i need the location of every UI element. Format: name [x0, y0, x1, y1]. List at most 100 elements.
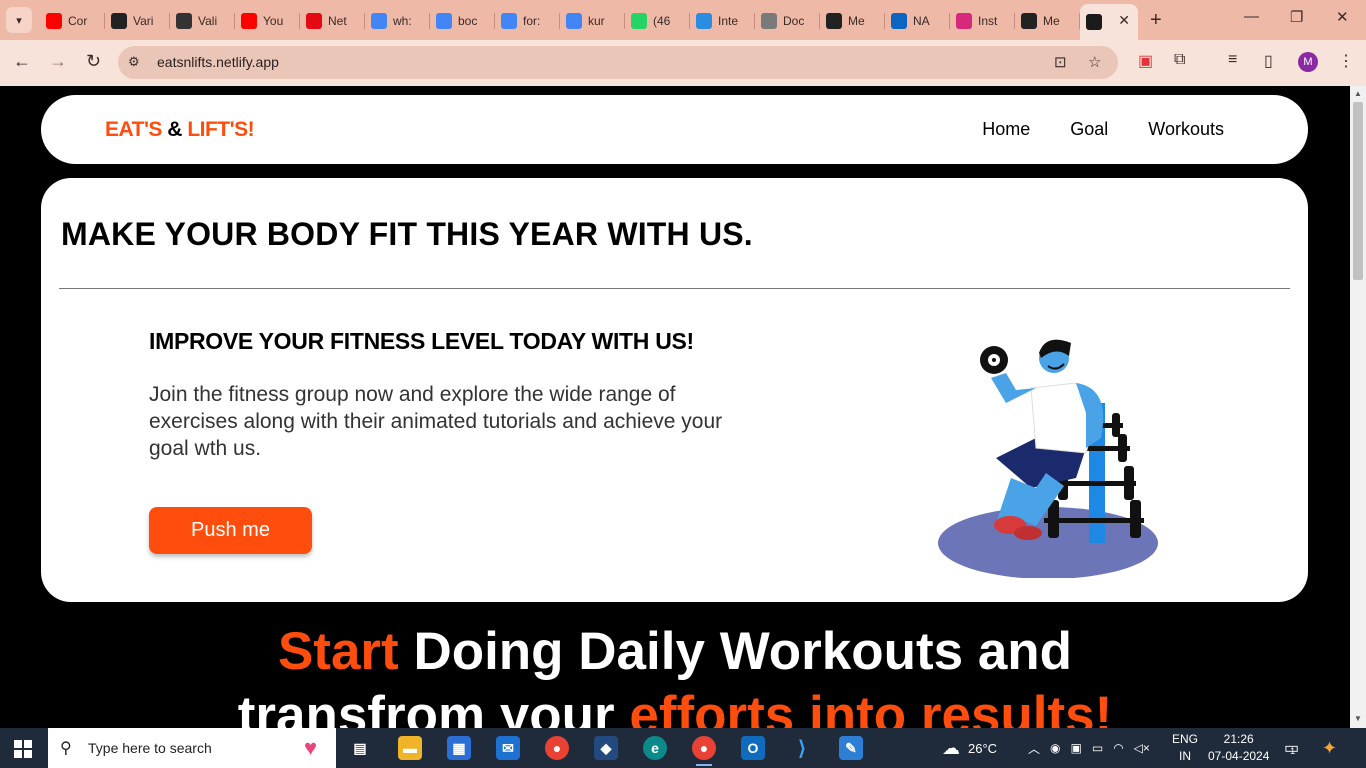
nav-links: Home Goal Workouts	[982, 119, 1224, 140]
whatsapp-icon	[631, 13, 647, 29]
browser-tab[interactable]: for:	[495, 8, 560, 34]
paint-app-icon[interactable]: ✎	[839, 736, 863, 760]
browser-toolbar: ← → ↻ ⚙ eatsnlifts.netlify.app ⊡ ☆ ▣ ⧉ ≡…	[0, 40, 1366, 86]
tab-title: boc	[458, 14, 478, 28]
task-view-icon[interactable]: ▤	[348, 736, 372, 760]
chrome-menu-icon[interactable]: ⋮	[1338, 51, 1354, 71]
push-me-button[interactable]: Push me	[149, 507, 312, 554]
address-bar[interactable]: ⚙ eatsnlifts.netlify.app ⊡ ☆	[118, 46, 1118, 79]
tab-title: Net	[328, 14, 347, 28]
file-explorer-icon[interactable]: ▬	[398, 736, 422, 760]
notification-center-icon[interactable]: ▭ 1	[1284, 728, 1299, 768]
chevron-up-icon[interactable]: ︿	[1028, 740, 1040, 757]
extensions-puzzle-icon[interactable]: ⧉	[1174, 51, 1185, 69]
browser-tab[interactable]: Me	[820, 8, 885, 34]
chrome-profile-icon[interactable]: ●	[692, 736, 716, 766]
browser-tab[interactable]: boc	[430, 8, 495, 34]
outlook-icon[interactable]: O	[741, 736, 765, 760]
language-indicator[interactable]: ENG IN	[1172, 731, 1198, 765]
ms-store-icon[interactable]: ▦	[447, 736, 471, 760]
weather-widget[interactable]: ☁ 26°C	[942, 728, 997, 768]
region-code: IN	[1179, 749, 1191, 763]
browser-tab[interactable]: kur	[560, 8, 625, 34]
battery-icon[interactable]: ▭	[1092, 741, 1103, 755]
mail-icon[interactable]: ✉	[496, 736, 520, 760]
back-arrow-icon[interactable]: ←	[13, 51, 31, 72]
taskbar-clock[interactable]: 21:26 07-04-2024	[1208, 731, 1269, 765]
browser-tab[interactable]: Me	[1015, 8, 1080, 34]
tab-title: You	[263, 14, 284, 28]
tagline: Start Doing Daily Workouts and transfrom…	[0, 620, 1350, 728]
browser-tab[interactable]: wh:	[365, 8, 430, 34]
netflix-icon	[306, 13, 322, 29]
browser-tab[interactable]: Doc	[755, 8, 820, 34]
hero-card: MAKE YOUR BODY FIT THIS YEAR WITH US. IM…	[41, 178, 1308, 602]
tagline-start: Start	[277, 622, 399, 681]
browser-tab[interactable]: You	[235, 8, 300, 34]
tab-title: Cor	[68, 14, 88, 28]
browser-tab[interactable]: Inte	[690, 8, 755, 34]
chrome-icon[interactable]: ●	[545, 736, 569, 760]
url-text[interactable]: eatsnlifts.netlify.app	[157, 54, 279, 70]
site-info-icon[interactable]: ⚙	[128, 54, 140, 70]
page-scrollbar[interactable]: ▲ ▼	[1350, 86, 1366, 728]
profile-avatar[interactable]: M	[1298, 52, 1318, 72]
copilot-icon[interactable]: ✦	[1322, 728, 1337, 768]
search-icon: ⚲	[60, 740, 72, 757]
tab-title: (46	[653, 14, 671, 28]
tray-icons[interactable]: ︿ ◉ ▣ ▭ ◠ ◁×	[1028, 728, 1150, 768]
restore-button[interactable]: ❐	[1290, 8, 1303, 26]
hackerearth-icon	[111, 13, 127, 29]
scroll-down-icon[interactable]: ▼	[1354, 714, 1362, 723]
google-icon	[436, 13, 452, 29]
edge-icon[interactable]: e	[643, 736, 667, 760]
browser-tab[interactable]: Net	[300, 8, 365, 34]
tab-title: Inst	[978, 14, 998, 28]
taskbar-search-box[interactable]: ⚲ Type here to search ♥	[48, 728, 336, 768]
browser-tab[interactable]: NA	[885, 8, 950, 34]
browser-tab[interactable]: Inst	[950, 8, 1015, 34]
vscode-icon[interactable]: ⟩	[790, 736, 814, 760]
minimize-button[interactable]: —	[1244, 8, 1259, 25]
browser-tab[interactable]: Cor	[40, 8, 105, 34]
browser-tab-bar: ▾ Cor Vari Vali You Net wh: boc for: kur (46 Inte D…	[0, 0, 1366, 40]
new-tab-button[interactable]: +	[1150, 9, 1162, 32]
install-app-icon[interactable]: ⊡	[1054, 53, 1067, 71]
youtube-icon	[46, 13, 62, 29]
close-tab-icon[interactable]: ✕	[1118, 12, 1130, 29]
camera-icon[interactable]: ▣	[1071, 741, 1082, 755]
logo-part-2: LIFT'S!	[187, 118, 255, 141]
browser-tab[interactable]: Vali	[170, 8, 235, 34]
scroll-up-icon[interactable]: ▲	[1354, 89, 1362, 98]
lang-code: ENG	[1172, 732, 1199, 746]
browser-tab[interactable]: (46	[625, 8, 690, 34]
tab-title: wh:	[393, 14, 412, 28]
scrollbar-thumb[interactable]	[1353, 102, 1363, 280]
nav-link-goal[interactable]: Goal	[1070, 119, 1108, 140]
site-logo[interactable]: EAT'S & LIFT'S!	[105, 118, 255, 142]
weather-temp: 26°C	[968, 740, 998, 756]
bookmark-star-icon[interactable]: ☆	[1088, 53, 1101, 71]
browser-tab[interactable]: ✕	[1080, 4, 1138, 40]
side-panel-icon[interactable]: ▯	[1264, 51, 1273, 71]
extension-icon[interactable]: ▣	[1138, 51, 1153, 71]
browser-tab[interactable]: Vari	[105, 8, 170, 34]
notification-count: 1	[1290, 746, 1296, 756]
tab-title: Me	[1043, 14, 1060, 28]
volume-mute-icon[interactable]: ◁×	[1134, 741, 1150, 755]
nav-link-home[interactable]: Home	[982, 119, 1030, 140]
wifi-icon[interactable]: ◠	[1113, 741, 1123, 755]
database-app-icon[interactable]: ◆	[594, 736, 618, 760]
hero-title: MAKE YOUR BODY FIT THIS YEAR WITH US.	[61, 216, 753, 252]
reload-icon[interactable]: ↻	[86, 51, 101, 72]
fitness-illustration	[938, 339, 1158, 578]
media-control-icon[interactable]: ≡	[1228, 51, 1237, 69]
windows-start-icon[interactable]	[14, 740, 32, 758]
close-window-button[interactable]: ✕	[1336, 8, 1349, 26]
record-icon[interactable]: ◉	[1050, 741, 1060, 755]
hero-description: Join the fitness group now and explore t…	[149, 383, 723, 460]
forward-arrow-icon[interactable]: →	[49, 51, 67, 72]
tab-search-button[interactable]: ▾	[6, 7, 32, 33]
nav-link-workouts[interactable]: Workouts	[1148, 119, 1224, 140]
weather-cloud-icon: ☁	[942, 737, 960, 758]
